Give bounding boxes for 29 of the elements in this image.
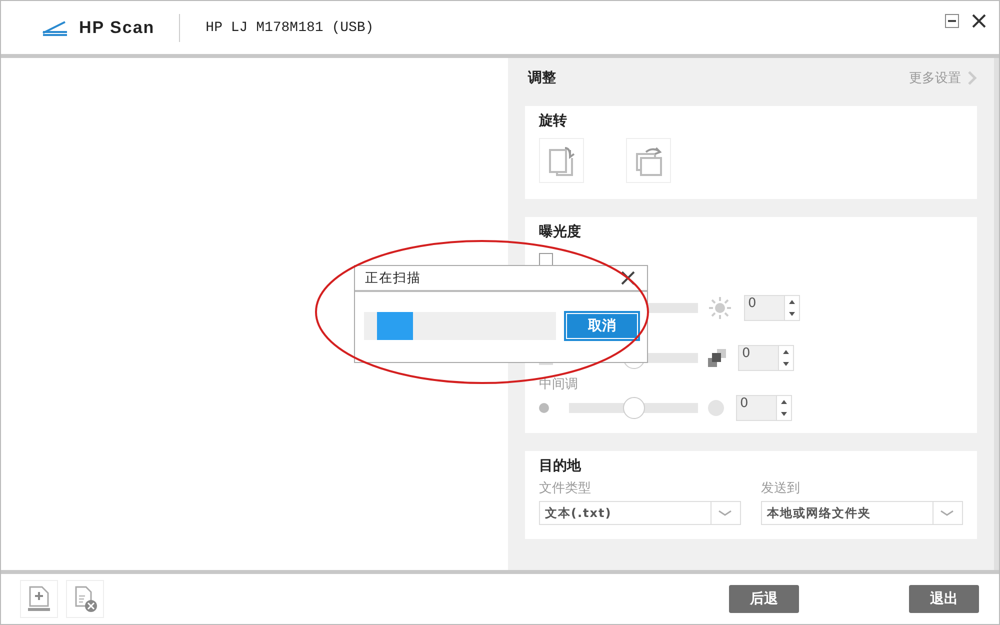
scanner-icon xyxy=(41,20,69,36)
slider-thumb[interactable] xyxy=(622,397,644,419)
number-field[interactable]: 0 xyxy=(739,346,779,370)
number-field[interactable]: 0 xyxy=(745,296,785,320)
dropdown[interactable]: 本地或网络文件夹 xyxy=(761,501,963,525)
chevron-icon xyxy=(967,70,977,86)
cancel-button[interactable]: 取消 xyxy=(566,313,638,339)
circle-icon xyxy=(708,400,724,416)
back-button[interactable]: 后退 xyxy=(729,585,799,613)
delete-page-button[interactable] xyxy=(66,580,104,618)
close-icon[interactable] xyxy=(971,13,987,29)
section-title: 曝光度 xyxy=(539,223,582,242)
dialog-title: 正在扫描 xyxy=(365,270,421,287)
dropdown[interactable]: 文本(.txt) xyxy=(539,501,741,525)
contrast-icon xyxy=(708,349,726,367)
field-label: 发送到 xyxy=(761,480,801,497)
slider-label: 中间调 xyxy=(539,376,578,393)
app-title: HP Scan xyxy=(79,18,155,38)
exit-button[interactable]: 退出 xyxy=(909,585,979,613)
device-name: HP LJ M178M181 (USB) xyxy=(206,20,374,36)
add-page-button[interactable] xyxy=(20,580,58,618)
panel-title: 调整 xyxy=(528,69,556,87)
field-label: 文件类型 xyxy=(539,480,592,497)
section-title: 目的地 xyxy=(539,457,582,476)
sun-icon xyxy=(708,296,732,320)
close-icon[interactable] xyxy=(621,271,635,285)
section-title: 旋转 xyxy=(539,112,568,131)
number-field[interactable]: 0 xyxy=(737,396,777,420)
minimize-icon[interactable] xyxy=(945,14,959,28)
